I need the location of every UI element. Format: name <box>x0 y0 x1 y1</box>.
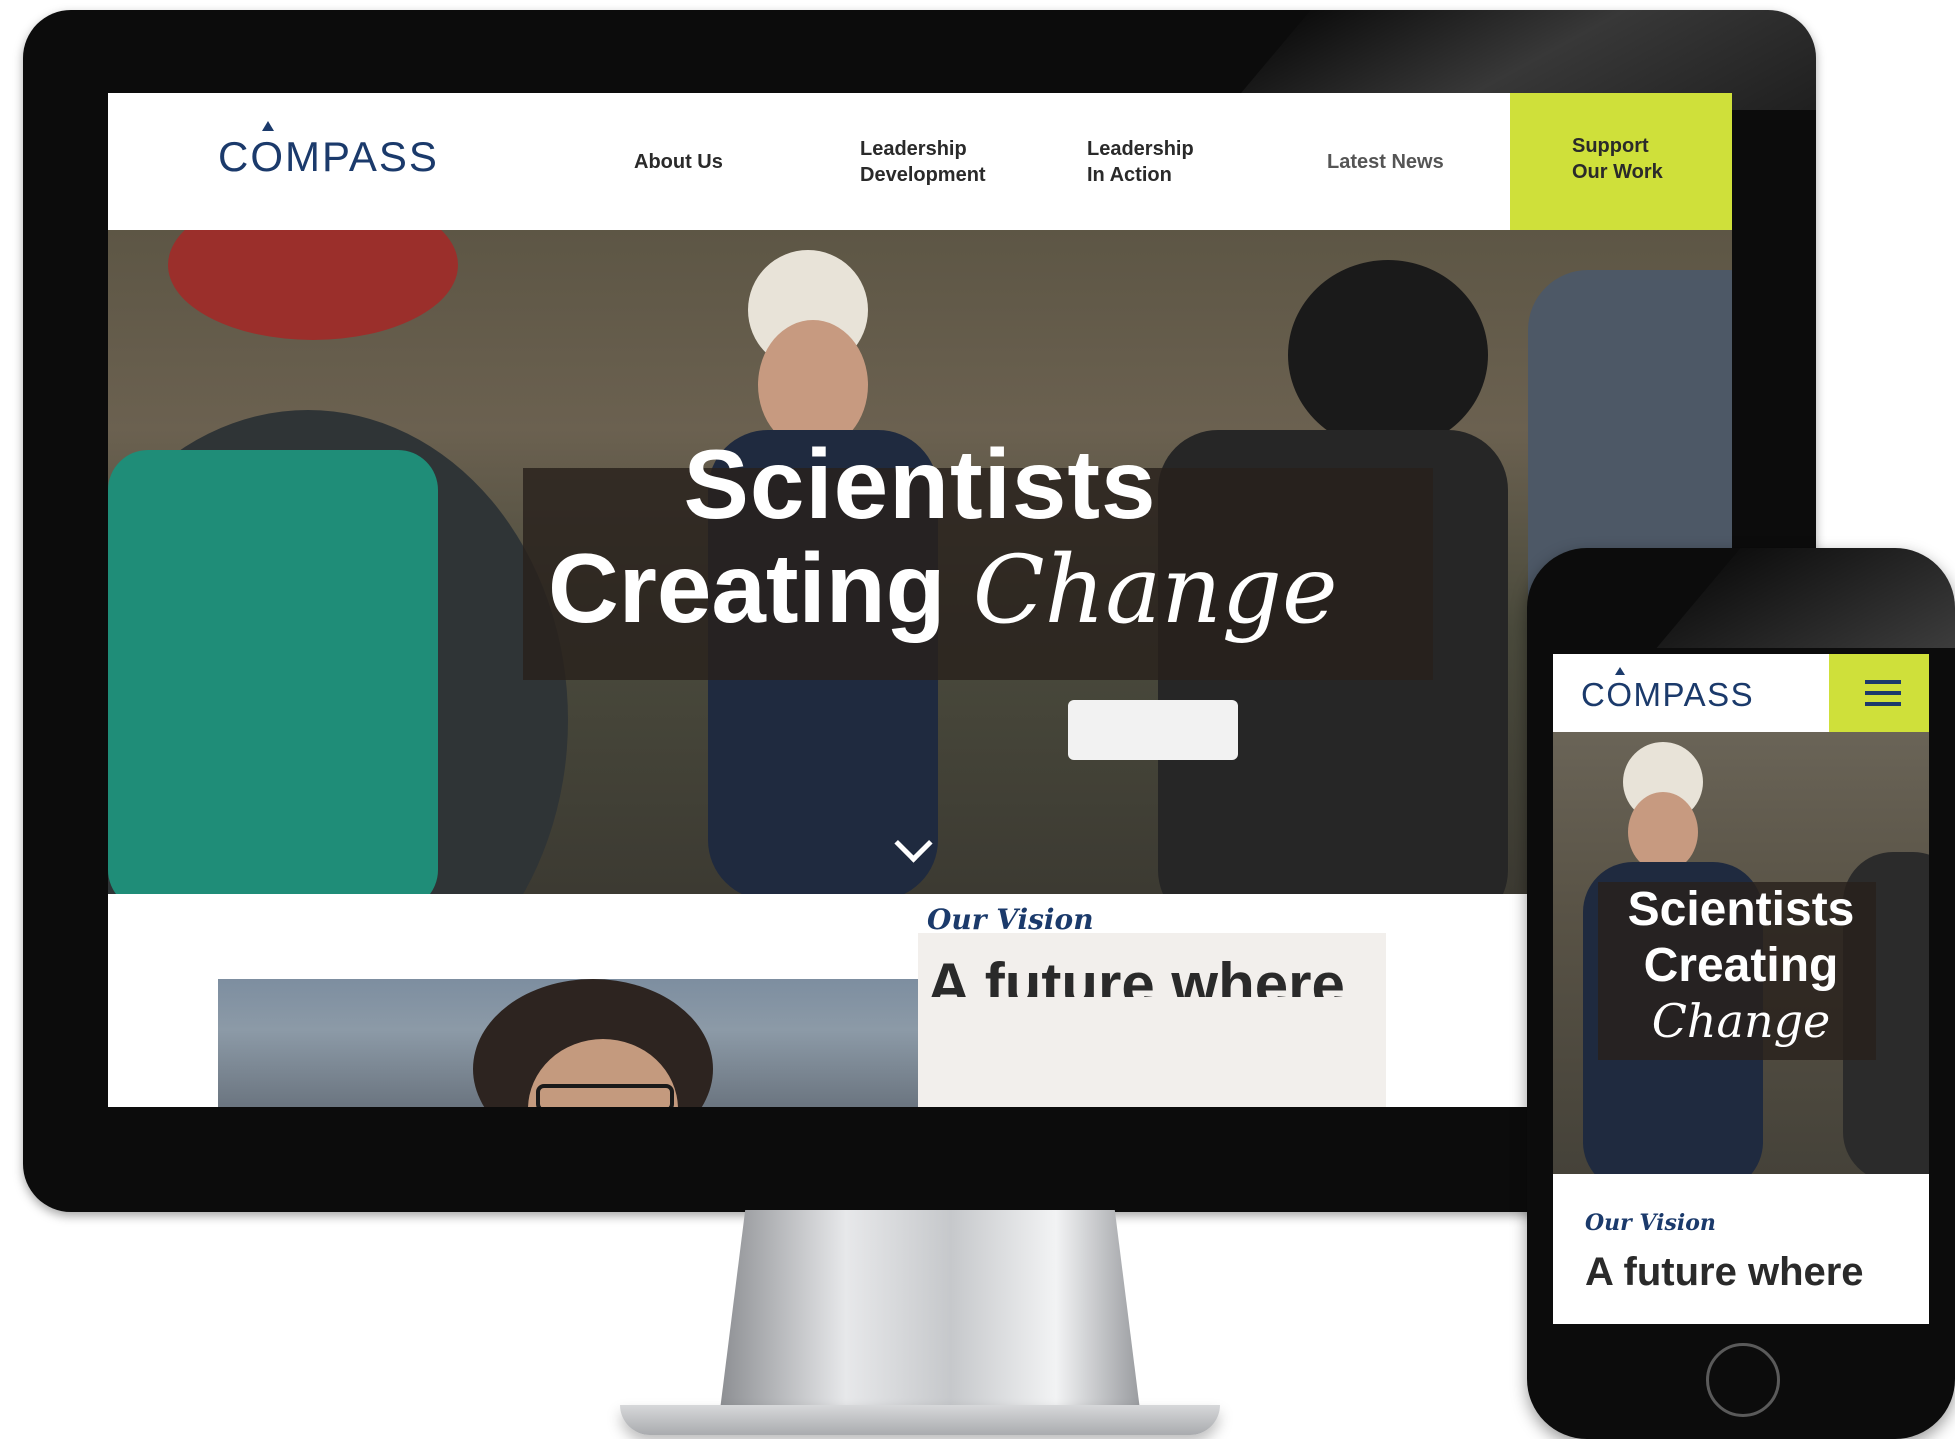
nav-label-line2: Development <box>860 164 986 186</box>
hero-photo-papers <box>1068 700 1238 760</box>
vision-photo <box>218 979 918 1107</box>
support-label-line1: Support <box>1572 135 1649 157</box>
monitor-stand-base <box>620 1405 1220 1435</box>
hero-title-plain: Creating <box>548 533 973 643</box>
phone-screen: COMPASS Scientists Creating Change Our V… <box>1553 654 1929 1324</box>
nav-label-line2: In Action <box>1087 164 1172 186</box>
monitor-stand <box>720 1210 1140 1410</box>
nav-about-us-label: About Us <box>634 151 723 173</box>
phone-logo[interactable]: COMPASS <box>1581 676 1754 714</box>
hero-title-line2: Creating Change <box>548 532 1338 645</box>
support-label-line2: Our Work <box>1572 161 1663 183</box>
vision-heading: A future where <box>927 951 1345 997</box>
phone-hero-line2: Creating <box>1643 939 1839 992</box>
phone-hero: Scientists Creating Change <box>1553 732 1929 1174</box>
hamburger-menu-icon <box>1865 680 1901 684</box>
phone-hero-line3: Change <box>1553 994 1929 1049</box>
hero-banner: Scientists Creating Change <box>108 230 1732 894</box>
hamburger-menu-icon-bar <box>1865 702 1901 706</box>
hero-title-italic: Change <box>972 536 1338 645</box>
nav-latest-news-label: Latest News <box>1327 151 1444 173</box>
phone-hero-italic: Change <box>1651 994 1831 1048</box>
nav-about-us[interactable]: About Us <box>634 149 723 175</box>
site-header: COMPASS About Us Leadership Development … <box>108 93 1732 230</box>
vision-label: Our Vision <box>927 903 1094 936</box>
hero-title-line1: Scientists <box>683 429 1157 539</box>
hero-photo-hat <box>168 230 458 340</box>
hamburger-menu-button[interactable] <box>1829 654 1929 732</box>
site-logo[interactable]: COMPASS <box>218 133 439 181</box>
phone-vision-label: Our Vision <box>1585 1210 1716 1236</box>
phone-hero-line1: Scientists <box>1627 883 1855 936</box>
hamburger-menu-icon-bar <box>1865 691 1901 695</box>
desktop-screen: COMPASS About Us Leadership Development … <box>108 93 1732 1107</box>
nav-latest-news[interactable]: Latest News <box>1327 149 1444 175</box>
phone-device: COMPASS Scientists Creating Change Our V… <box>1527 548 1955 1439</box>
hero-photo-beanie-right <box>1288 260 1488 450</box>
phone-photo-face <box>1628 792 1698 872</box>
support-our-work-button[interactable]: Support Our Work <box>1510 93 1732 230</box>
nav-label-line1: Leadership <box>1087 138 1194 160</box>
phone-glare <box>1656 548 1955 648</box>
phone-vision-heading: A future where <box>1585 1250 1864 1294</box>
nav-label-line1: Leadership <box>860 138 967 160</box>
nav-leadership-in-action[interactable]: Leadership In Action <box>1087 136 1194 188</box>
support-label: Support Our Work <box>1572 133 1663 185</box>
vision-photo-glasses <box>536 1084 674 1107</box>
phone-header: COMPASS <box>1553 654 1929 732</box>
phone-home-button[interactable] <box>1706 1343 1780 1417</box>
nav-leadership-development[interactable]: Leadership Development <box>860 136 986 188</box>
